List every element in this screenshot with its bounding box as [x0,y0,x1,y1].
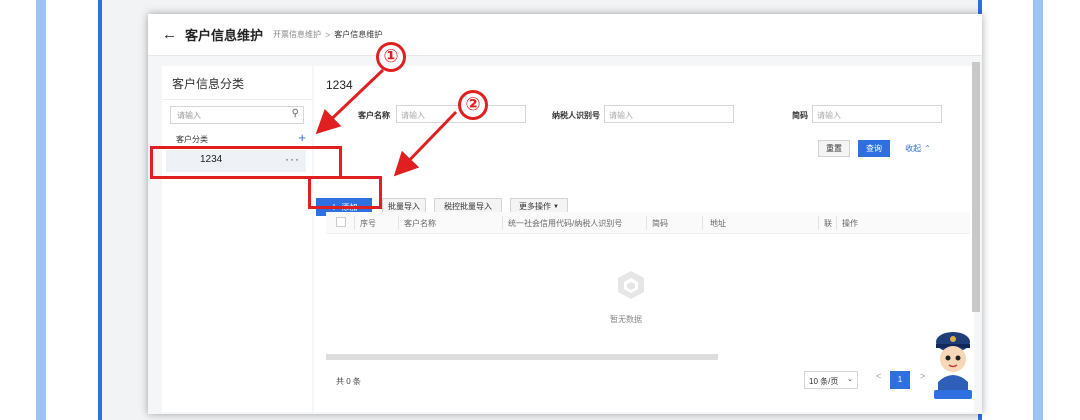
column-divider [354,216,355,230]
breadcrumb-separator: > [325,29,331,40]
customer-name-label: 客户名称 [358,111,390,120]
column-credit-code: 统一社会信用代码/纳税人识别号 [508,219,623,228]
short-code-label: 简码 [792,111,808,120]
app-window: ← 客户信息维护 开票信息维护 > 客户信息维护 客户信息分类 请输入 ⚲ 客户… [148,14,982,414]
left-blue-border [98,0,102,420]
horizontal-scrollbar[interactable] [326,354,718,360]
empty-box-icon [618,271,644,299]
right-decor-band [1033,0,1043,420]
highlight-box-category [150,146,342,179]
column-divider [502,216,503,230]
column-customer-name: 客户名称 [404,219,436,228]
main-panel: 1234 客户名称 请输入 纳税人识别号 请输入 简码 请输入 重置 查询 收起… [314,66,974,412]
page-title: 客户信息维护 [185,28,264,43]
query-button[interactable]: 查询 [858,140,890,157]
left-decor-band [36,0,46,420]
column-divider [398,216,399,230]
chevron-down-icon: ⌄ [847,376,853,383]
category-heading: 1234 [326,78,353,92]
page-1-button[interactable]: 1 [890,371,910,389]
column-divider [818,216,819,230]
table-header: 序号 客户名称 统一社会信用代码/纳税人识别号 简码 地址 联 操作 [326,212,970,234]
assistant-mascot-icon[interactable] [930,330,976,402]
sidebar-search-input[interactable]: 请输入 ⚲ [170,106,304,124]
category-sidebar: 客户信息分类 请输入 ⚲ 客户分类 + 1234 ··· [162,66,312,412]
column-contact: 联 [824,219,832,228]
chevron-up-icon: ⌃ [924,144,931,153]
column-divider [646,216,647,230]
column-actions: 操作 [842,219,858,228]
column-address: 地址 [710,219,726,228]
total-count: 共 0 条 [336,377,361,386]
step-badge-1: ① [376,42,406,72]
reset-button[interactable]: 重置 [818,140,850,157]
select-all-checkbox[interactable] [336,217,346,227]
taxpayer-id-input[interactable]: 请输入 [604,105,734,123]
column-divider [836,216,837,230]
caret-down-icon: ▼ [553,203,559,210]
prev-page-icon[interactable]: < [876,371,881,381]
sidebar-search-placeholder: 请输入 [177,111,201,120]
column-index: 序号 [360,219,376,228]
collapse-label: 收起 [905,144,922,153]
more-ops-label: 更多操作 [519,202,552,211]
short-code-input[interactable]: 请输入 [812,105,942,123]
next-page-icon[interactable]: > [920,371,925,381]
breadcrumb-parent[interactable]: 开票信息维护 [273,29,321,40]
empty-state-text: 暂无数据 [610,315,642,324]
category-root-label: 客户分类 [176,135,208,144]
vertical-scrollbar[interactable] [972,62,980,312]
category-root[interactable]: 客户分类 + [176,130,306,145]
sidebar-title: 客户信息分类 [162,66,312,100]
step-badge-2: ② [458,90,488,120]
highlight-box-add [308,176,382,209]
page-size-select[interactable]: 10 条/页 ⌄ [804,371,858,389]
column-short-code: 简码 [652,219,668,228]
back-arrow-icon[interactable]: ← [162,26,177,43]
add-category-plus-icon[interactable]: + [298,130,306,145]
search-icon[interactable]: ⚲ [292,108,299,119]
collapse-link[interactable]: 收起 ⌃ [900,140,936,157]
column-divider [702,216,703,230]
page-size-value: 10 条/页 [809,377,839,386]
topbar: ← 客户信息维护 开票信息维护 > 客户信息维护 [148,14,982,56]
breadcrumb-current: 客户信息维护 [334,30,383,39]
taxpayer-id-label: 纳税人识别号 [552,111,600,120]
